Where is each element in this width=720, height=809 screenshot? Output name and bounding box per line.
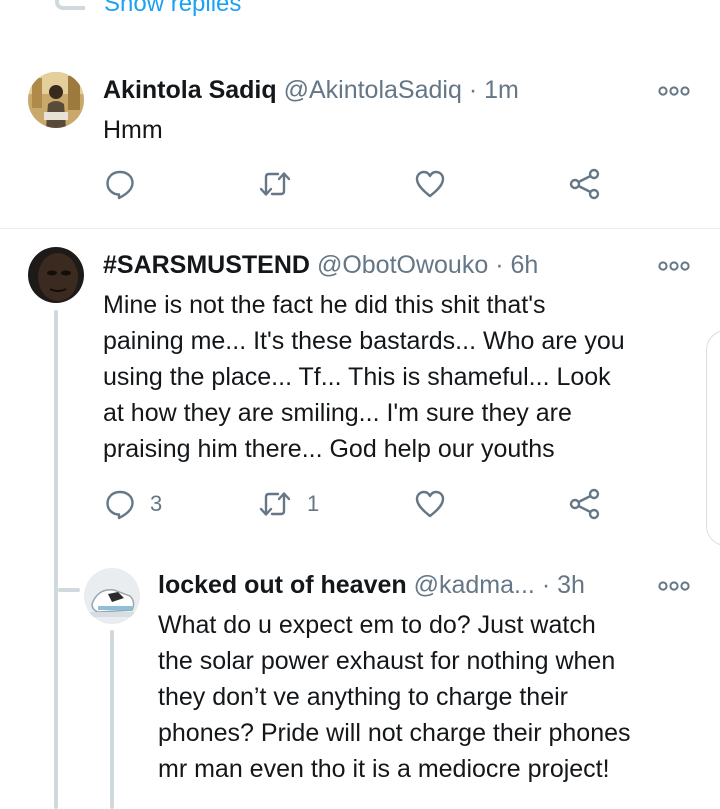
separator: · [468, 76, 478, 104]
retweet-icon [259, 492, 291, 516]
share-button[interactable] [568, 488, 602, 520]
tweet-text-line: praising him there... God help our youth… [103, 435, 555, 463]
share-icon [569, 168, 600, 200]
display-name[interactable]: Akintola Sadiq [103, 76, 277, 104]
more-options-icon[interactable] [657, 84, 691, 98]
tweet-text: Mine is not the fact he did this shit th… [103, 287, 703, 467]
avatar-image [28, 72, 84, 128]
more-options-icon[interactable] [657, 259, 691, 273]
like-button[interactable] [414, 488, 446, 520]
share-icon [569, 488, 600, 520]
side-panel-handle[interactable] [706, 330, 720, 546]
thread-corner [55, 0, 85, 10]
thread-line [54, 310, 58, 809]
reply-count: 3 [150, 491, 163, 516]
avatar[interactable] [28, 72, 84, 128]
tweet-text: What do u expect em to do? Just watch th… [158, 607, 708, 787]
more-options-icon[interactable] [657, 579, 691, 593]
tweet-header: #SARSMUSTEND @ObotOwouko · 6h [103, 251, 538, 280]
retweet-icon [259, 172, 291, 196]
display-name[interactable]: #SARSMUSTEND [103, 251, 310, 279]
show-replies-link[interactable]: Show replies [104, 0, 241, 18]
tweet-text-line: at how they are smiling... I'm sure they… [103, 399, 572, 427]
tweet-text-line: phones? Pride will not charge their phon… [158, 719, 631, 747]
user-handle[interactable]: @kadma... [414, 571, 535, 599]
tweet-text-line: Mine is not the fact he did this shit th… [103, 291, 546, 319]
display-name[interactable]: locked out of heaven [158, 571, 407, 599]
tweet-divider [0, 228, 720, 229]
avatar[interactable] [28, 247, 84, 303]
separator: · [495, 251, 504, 279]
avatar[interactable] [84, 568, 140, 624]
thread-line [110, 630, 114, 809]
user-handle[interactable]: @ObotOwouko [317, 251, 488, 279]
tweet-text-line: the solar power exhaust for nothing when [158, 647, 616, 675]
reply-icon [106, 490, 134, 520]
tweet-header: Akintola Sadiq @AkintolaSadiq · 1m [103, 76, 519, 105]
retweet-button[interactable]: 1 [257, 488, 319, 520]
heart-icon [415, 490, 445, 518]
reply-button[interactable] [104, 168, 136, 200]
timestamp[interactable]: 6h [510, 251, 538, 279]
timestamp[interactable]: 3h [557, 571, 585, 599]
share-button[interactable] [568, 168, 602, 200]
tweet-text: Hmm [103, 116, 163, 144]
avatar-image [28, 247, 84, 303]
tweet-text-line: mr man even tho it is a mediocre project… [158, 755, 610, 783]
tweet-text-line: What do u expect em to do? Just watch [158, 611, 596, 639]
heart-icon [415, 170, 445, 198]
tweet-text-line: using the place... Tf... This is shamefu… [103, 363, 611, 391]
timestamp[interactable]: 1m [484, 76, 519, 104]
user-handle[interactable]: @AkintolaSadiq [284, 76, 462, 104]
retweet-count: 1 [307, 491, 320, 516]
reply-connector [58, 588, 80, 592]
like-button[interactable] [414, 168, 446, 200]
reply-button[interactable]: 3 [104, 488, 162, 520]
reply-icon [106, 170, 134, 200]
separator: · [541, 571, 551, 599]
avatar-image [84, 568, 140, 624]
retweet-button[interactable] [257, 168, 293, 200]
tweet-header: locked out of heaven @kadma... · 3h [158, 571, 585, 600]
tweet-text-line: they don’t ve anything to charge their [158, 683, 568, 711]
tweet-text-line: paining me... It's these bastards... Who… [103, 327, 625, 355]
